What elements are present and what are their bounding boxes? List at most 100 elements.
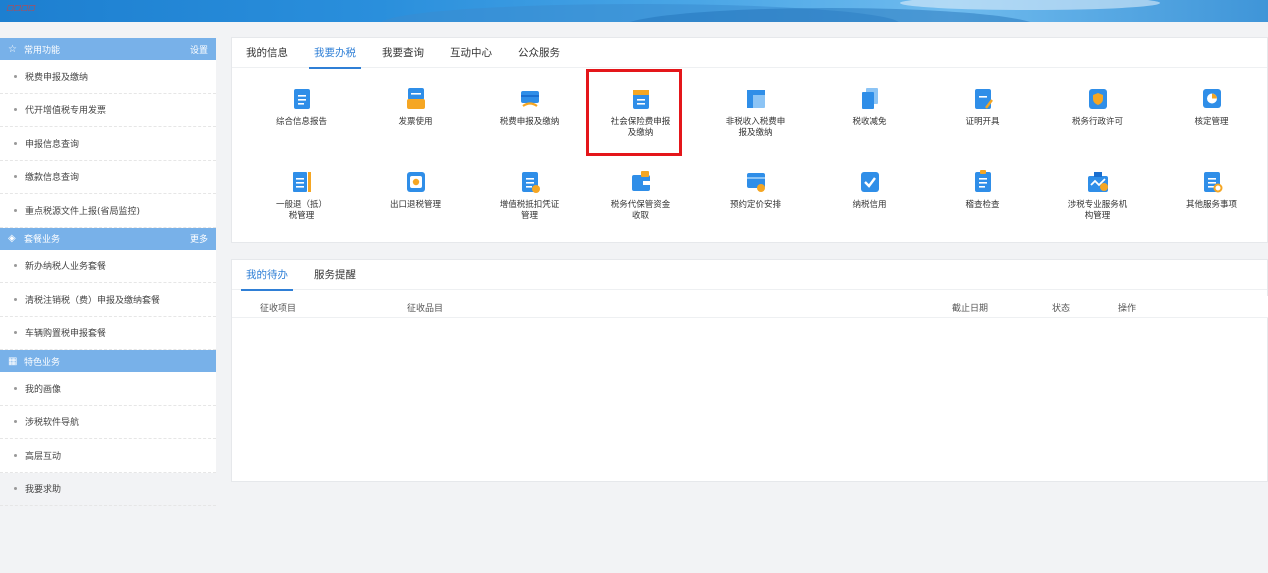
tab-my-todo[interactable]: 我的待办 [241, 260, 293, 291]
clock-card-icon [745, 169, 767, 195]
service-tile[interactable]: 稽查检查 [925, 169, 1040, 211]
service-label: 纳税信用 [852, 200, 887, 210]
service-tile[interactable]: 税务行政许可 [1040, 86, 1155, 128]
service-label: 税费申报及缴纳 [499, 117, 560, 127]
service-tile[interactable]: 预约定价安排 [698, 169, 813, 211]
service-tile[interactable]: 税务代保管资金 收取 [583, 169, 698, 222]
column-header: 截止日期 [952, 304, 989, 314]
gear-box-icon [405, 169, 427, 195]
sidebar-item-label: 高层互动 [25, 451, 62, 462]
service-label: 涉税专业服务机 构管理 [1067, 200, 1128, 221]
tab-public-service[interactable]: 公众服务 [518, 38, 560, 68]
check-box-icon [859, 169, 881, 195]
layout-icon [745, 86, 767, 112]
settings-link[interactable]: 设置 [190, 43, 208, 56]
service-tile[interactable]: 发票使用 [358, 86, 473, 128]
service-label: 其他服务事项 [1185, 200, 1237, 210]
sidebar-item-label: 税费申报及缴纳 [25, 72, 89, 83]
table-header: 征收项目 征收品目 截止日期 状态 操作 [232, 296, 1268, 318]
sidebar-item-label: 车辆购置税申报套餐 [25, 329, 107, 340]
sidebar-item[interactable]: 申报信息查询 [0, 127, 216, 161]
sidebar: ☆ 常用功能 设置 税费申报及缴纳 代开增值税专用发票 申报信息查询 缴款信息查… [0, 38, 216, 506]
service-tile[interactable]: 纳税信用 [812, 169, 927, 211]
column-header: 操作 [1118, 304, 1137, 314]
sidebar-item-label: 我的画像 [25, 384, 62, 395]
service-label: 一般退（抵） 税管理 [275, 200, 327, 221]
column-header: 征收品目 [407, 304, 444, 314]
sidebar-section-header: ◈ 套餐业务 更多 [0, 227, 216, 250]
list-bar-icon [291, 169, 313, 195]
service-tile[interactable]: 综合信息报告 [244, 86, 359, 128]
column-header: 状态 [1052, 304, 1071, 314]
highlight-box [586, 69, 682, 156]
sidebar-item[interactable]: 涉税软件导航 [0, 406, 216, 439]
tab-tax-handling[interactable]: 我要办税 [309, 38, 361, 69]
service-label: 证明开具 [965, 117, 1000, 127]
sidebar-item-label: 缴款信息查询 [25, 173, 80, 184]
service-panel: 我的信息 我要办税 我要查询 互动中心 公众服务 综合信息报告 发票使用 税费申报及… [231, 37, 1268, 243]
section-title: 特色业务 [24, 357, 61, 368]
invoice-icon [405, 86, 427, 112]
service-label: 综合信息报告 [275, 117, 327, 127]
sidebar-item[interactable]: 高层互动 [0, 439, 216, 473]
sidebar-item[interactable]: 我的画像 [0, 372, 216, 406]
layers-icon: ◈ [8, 233, 16, 244]
service-label: 增值税抵扣凭证 管理 [499, 200, 560, 221]
service-label: 出口退税管理 [389, 200, 441, 210]
service-tile[interactable]: 核定管理 [1154, 86, 1268, 128]
todo-tabs: 我的待办 服务提醒 [232, 260, 1267, 291]
certificate-pen-icon [972, 86, 994, 112]
sidebar-item[interactable]: 我要求助 [0, 472, 216, 506]
service-tile[interactable]: 一般退（抵） 税管理 [244, 169, 359, 222]
service-label: 发票使用 [398, 117, 433, 127]
sidebar-item[interactable]: 清税注销税（费）申报及缴纳套餐 [0, 283, 216, 317]
document-list-icon [291, 86, 313, 112]
copy-doc-icon [859, 86, 881, 112]
wallet-icon [630, 169, 652, 195]
sidebar-item[interactable]: 新办纳税人业务套餐 [0, 250, 216, 283]
service-tile[interactable]: 证明开具 [925, 86, 1040, 128]
service-label: 税务行政许可 [1071, 117, 1123, 127]
service-tile[interactable]: 增值税抵扣凭证 管理 [472, 169, 587, 222]
sidebar-item[interactable]: 重点税源文件上报(省局监控) [0, 194, 216, 228]
sidebar-item[interactable]: 代开增值税专用发票 [0, 94, 216, 127]
sidebar-section-header: ☆ 常用功能 设置 [0, 38, 216, 60]
service-tile[interactable]: 非税收入税费申 报及缴纳 [698, 86, 813, 139]
sidebar-item-label: 我要求助 [25, 485, 62, 496]
todo-panel: 我的待办 服务提醒 征收项目 征收品目 截止日期 状态 操作 [231, 259, 1268, 482]
tab-query[interactable]: 我要查询 [382, 38, 424, 68]
service-tile[interactable]: 出口退税管理 [358, 169, 473, 211]
site-logo[interactable]: ☐☐☐☐ [6, 4, 35, 13]
service-label: 核定管理 [1194, 117, 1229, 127]
sidebar-item[interactable]: 税费申报及缴纳 [0, 60, 216, 94]
section-title: 套餐业务 [24, 235, 61, 245]
pie-chart-icon [1201, 86, 1223, 112]
service-label: 非税收入税费申 报及缴纳 [725, 117, 786, 138]
service-tile[interactable]: 税费申报及缴纳 [472, 86, 587, 128]
tab-my-info[interactable]: 我的信息 [246, 38, 288, 68]
header-banner: ☐☐☐☐ [0, 0, 1268, 22]
card-payment-icon [519, 86, 541, 112]
search-doc-icon [1201, 169, 1223, 195]
service-tile[interactable]: 涉税专业服务机 构管理 [1040, 169, 1155, 222]
clipboard-icon [972, 169, 994, 195]
sidebar-item-label: 代开增值税专用发票 [25, 106, 107, 117]
tab-service-reminder[interactable]: 服务提醒 [314, 260, 356, 290]
tab-interaction[interactable]: 互动中心 [450, 38, 492, 68]
sidebar-item-label: 申报信息查询 [25, 139, 80, 150]
grid-icon: ▦ [8, 355, 18, 367]
doc-coin-icon [519, 169, 541, 195]
service-tile[interactable]: 其他服务事项 [1154, 169, 1268, 211]
sidebar-item[interactable]: 缴款信息查询 [0, 161, 216, 194]
sidebar-item[interactable]: 车辆购置税申报套餐 [0, 317, 216, 350]
sidebar-item-label: 清税注销税（费）申报及缴纳套餐 [25, 295, 161, 306]
shield-icon [1087, 86, 1109, 112]
service-tile[interactable]: 税收减免 [812, 86, 927, 128]
more-link[interactable]: 更多 [190, 232, 208, 245]
service-label: 税收减免 [852, 117, 887, 127]
section-title: 常用功能 [24, 45, 61, 56]
sidebar-item-label: 涉税软件导航 [25, 418, 80, 429]
sidebar-item-label: 重点税源文件上报(省局监控) [25, 206, 141, 217]
service-label: 预约定价安排 [729, 200, 781, 210]
briefcase-chart-icon [1087, 169, 1109, 195]
